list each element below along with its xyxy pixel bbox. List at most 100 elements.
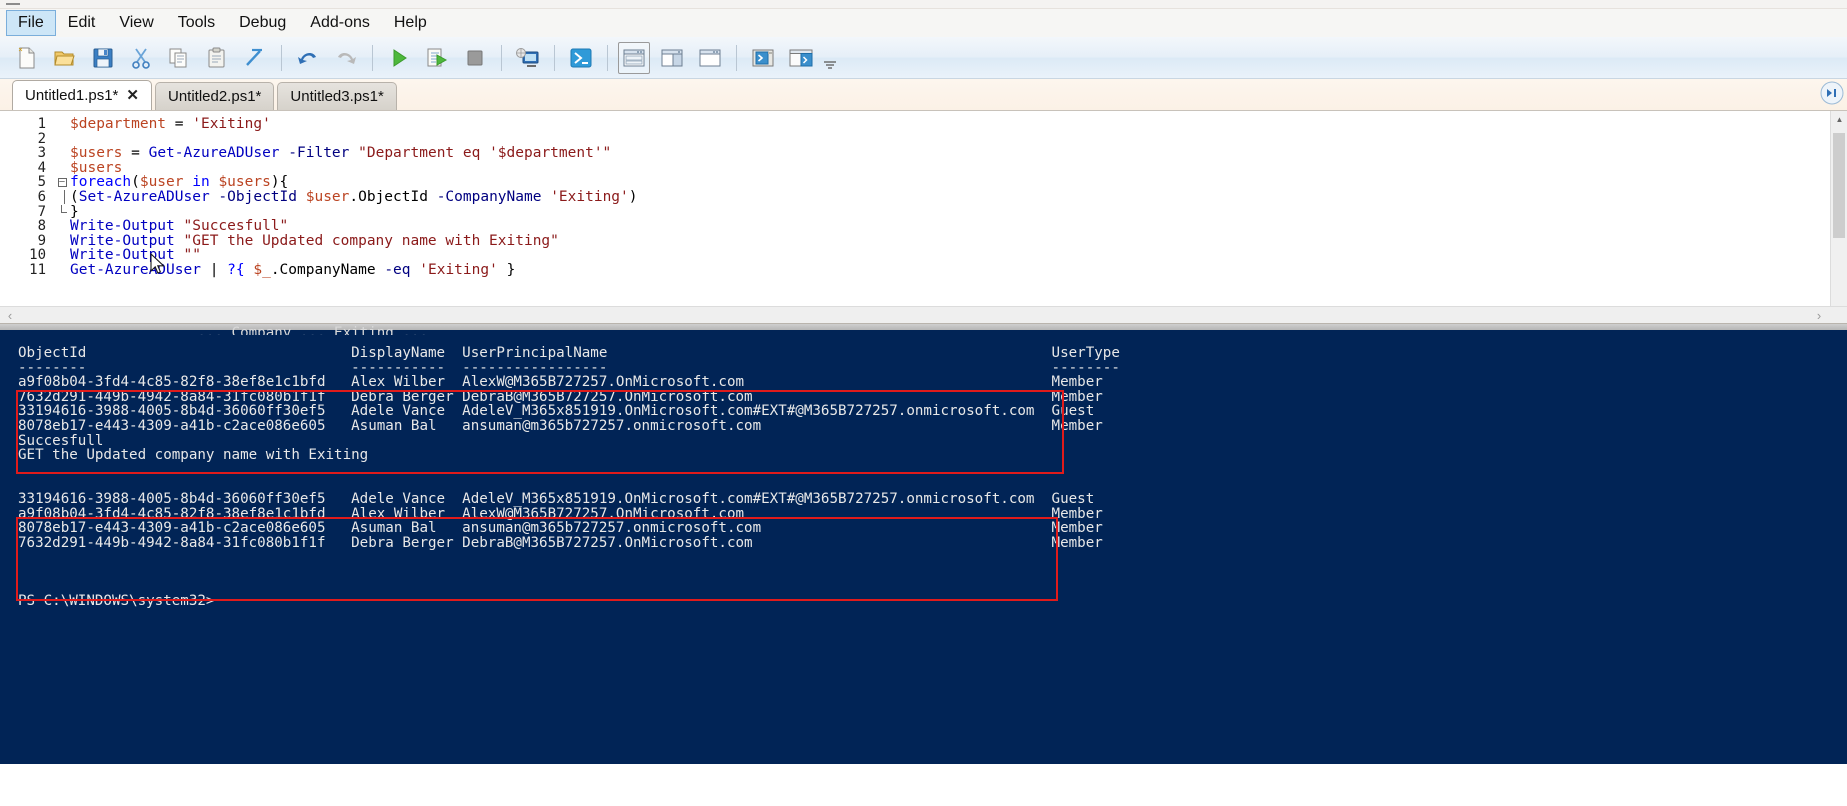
- console-table-underline: -------- ----------- ----------------- -…: [18, 359, 1847, 376]
- code-token: $user: [139, 174, 184, 191]
- open-script-icon[interactable]: [46, 40, 84, 76]
- menu-item-file[interactable]: File: [6, 10, 56, 36]
- close-tab-icon[interactable]: ✕: [126, 88, 139, 103]
- code-token: "Succesfull": [183, 218, 289, 235]
- menu-item-help[interactable]: Help: [382, 10, 439, 36]
- editor-horizontal-scrollbar[interactable]: ‹ ›: [0, 306, 1847, 323]
- new-script-icon[interactable]: [8, 40, 46, 76]
- console-text: ObjectId DisplayName UserPrincipalName U…: [18, 324, 1847, 609]
- new-remote-tab-icon[interactable]: [509, 40, 547, 76]
- save-icon[interactable]: [84, 40, 122, 76]
- script-editor-pane[interactable]: 1 $department = 'Exiting' 2 3 $users = Get-A…: [0, 111, 1847, 324]
- layout-maximized-icon[interactable]: [691, 40, 729, 76]
- code-line: 2: [0, 131, 638, 147]
- code-token: ){: [270, 174, 289, 191]
- layout-stacked-icon[interactable]: [615, 40, 653, 76]
- run-script-icon[interactable]: [380, 40, 418, 76]
- cell-objectid: 7632d291-449b-4942-8a84-31fc080b1f1f: [18, 388, 352, 405]
- script-tab-2[interactable]: Untitled2.ps1*: [154, 82, 275, 110]
- scroll-right-icon[interactable]: ›: [1809, 308, 1829, 323]
- header-displayname: DisplayName: [351, 345, 463, 361]
- show-command-window-icon[interactable]: [782, 40, 820, 76]
- cell-displayname: Adele Vance: [351, 403, 463, 420]
- menu-item-edit[interactable]: Edit: [56, 10, 108, 36]
- code-token: $users: [218, 174, 271, 191]
- code-token: Get-AzureADUser: [70, 261, 201, 278]
- toolbar-overflow-button[interactable]: [820, 40, 840, 76]
- start-powershell-icon[interactable]: [562, 40, 600, 76]
- stop-operation-icon[interactable]: [456, 40, 494, 76]
- code-token: -CompanyName: [436, 188, 542, 205]
- window-minimize-dash-icon: [6, 3, 20, 5]
- toolbar-separator: [554, 44, 555, 71]
- code-token: 'Exiting': [419, 261, 498, 278]
- cell-displayname: Debra Berger: [351, 388, 463, 405]
- underline-usertype: --------: [1051, 359, 1120, 376]
- editor-vscroll-thumb[interactable]: [1833, 133, 1845, 238]
- script-tab-1[interactable]: Untitled1.ps1* ✕: [12, 80, 152, 110]
- layout-side-by-side-icon[interactable]: [653, 40, 691, 76]
- header-objectid: ObjectId: [18, 345, 352, 361]
- toolbar: [0, 37, 1847, 79]
- code-token: $users: [70, 145, 123, 162]
- console-top-gap: [18, 324, 1847, 346]
- script-tab-3[interactable]: Untitled3.ps1*: [277, 82, 397, 110]
- redo-icon[interactable]: [327, 40, 365, 76]
- line-number: 3: [37, 145, 46, 162]
- toolbar-separator: [501, 44, 502, 71]
- code-token: ?{: [227, 261, 245, 278]
- cell-displayname: Asuman Bal: [351, 417, 463, 434]
- editor-vertical-scrollbar[interactable]: ▲ ▼: [1830, 111, 1847, 323]
- code-token: $users: [70, 159, 123, 176]
- code-token: in: [192, 174, 210, 191]
- code-token: Get-AzureADUser: [148, 145, 280, 162]
- console-table-row: 8078eb17-e443-4309-a41b-c2ace086e605 Asu…: [18, 521, 1847, 536]
- menu-item-tools[interactable]: Tools: [166, 10, 227, 36]
- undo-icon[interactable]: [289, 40, 327, 76]
- script-tab-bar: Untitled1.ps1* ✕ Untitled2.ps1* Untitled3.p…: [0, 79, 1847, 111]
- console-message-text: Succesfull: [18, 432, 104, 449]
- code-fold-collapse-icon[interactable]: –: [56, 175, 68, 190]
- code-token: "GET the Updated company name with Exiti…: [183, 232, 559, 249]
- line-number: 8: [37, 218, 46, 235]
- menu-item-view[interactable]: View: [107, 10, 165, 36]
- code-token: Write-Output: [70, 232, 175, 249]
- line-number: 9: [37, 232, 46, 249]
- menu-item-debug[interactable]: Debug: [227, 10, 298, 36]
- cell-displayname: Adele Vance: [351, 490, 463, 507]
- header-userprincipalname: UserPrincipalName: [462, 345, 1052, 361]
- run-selection-icon[interactable]: [418, 40, 456, 76]
- header-usertype: UserType: [1051, 345, 1120, 361]
- powershell-ise-window: FileEditViewToolsDebugAdd-onsHelp: [0, 0, 1847, 806]
- scroll-up-icon[interactable]: ▲: [1831, 111, 1847, 128]
- paste-icon[interactable]: [198, 40, 236, 76]
- line-number: 7: [37, 203, 46, 220]
- script-code[interactable]: 1 $department = 'Exiting' 2 3 $users = Get-A…: [0, 117, 638, 278]
- code-line: 9 Write-Output "GET the Updated company n…: [0, 232, 638, 249]
- code-line-text: $department = 'Exiting': [70, 117, 271, 132]
- code-line: 8 Write-Output "Succesfull": [0, 219, 638, 234]
- cell-objectid: 8078eb17-e443-4309-a41b-c2ace086e605: [18, 520, 352, 537]
- line-number: 5: [37, 174, 46, 191]
- console-prompt: PS C:\WINDOWS\system32>: [18, 594, 1847, 609]
- toolbar-separator: [372, 44, 373, 71]
- console-output-pane[interactable]: ... Company ... Exiting ... ObjectId Dis…: [0, 324, 1847, 782]
- toolbar-separator: [607, 44, 608, 71]
- clear-console-icon[interactable]: [236, 40, 274, 76]
- code-token: $_: [253, 261, 271, 278]
- scroll-left-icon[interactable]: ‹: [0, 308, 20, 323]
- cut-icon[interactable]: [122, 40, 160, 76]
- code-token: ): [628, 188, 638, 205]
- menu-bar: File Edit View Tools Debug Add-ons Help: [0, 9, 1847, 37]
- code-token: 'Exiting': [192, 116, 271, 132]
- show-command-addon-icon[interactable]: [744, 40, 782, 76]
- menu-item-add-ons[interactable]: Add-ons: [298, 10, 382, 36]
- help-search-icon[interactable]: [1819, 80, 1845, 106]
- copy-icon[interactable]: [160, 40, 198, 76]
- cell-userprincipalname: ansuman@m365b727257.onmicrosoft.com: [462, 520, 1052, 537]
